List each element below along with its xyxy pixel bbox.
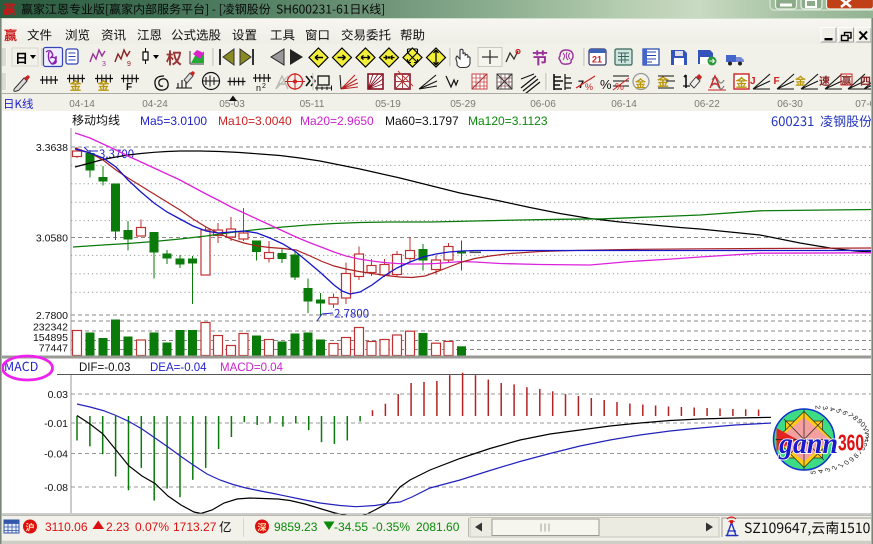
svg-text:%: % [600, 77, 612, 92]
svg-text:Ma120=3.1123: Ma120=3.1123 [468, 114, 548, 128]
svg-text:Ma20=2.9650: Ma20=2.9650 [300, 114, 374, 128]
svg-text:5: 5 [810, 470, 817, 475]
svg-text:3110.06: 3110.06 [45, 520, 88, 534]
svg-text:9: 9 [127, 61, 131, 68]
svg-text:05-19: 05-19 [375, 99, 401, 110]
svg-text:%: % [585, 82, 593, 92]
svg-text:06-06: 06-06 [530, 99, 556, 110]
svg-text:DEA=-0.04: DEA=-0.04 [150, 362, 207, 374]
svg-text:Ma10=3.0040: Ma10=3.0040 [218, 114, 292, 128]
svg-text:06-14: 06-14 [611, 99, 637, 110]
svg-text:05-11: 05-11 [300, 99, 325, 110]
svg-text:04-14: 04-14 [69, 99, 95, 110]
svg-text:04-24: 04-24 [142, 99, 168, 110]
svg-text:360: 360 [838, 430, 864, 456]
svg-text:05-29: 05-29 [450, 99, 476, 110]
svg-text:J: J [750, 76, 756, 87]
svg-text:Ma5=3.0100: Ma5=3.0100 [140, 114, 207, 128]
svg-text:3.0580: 3.0580 [36, 233, 68, 245]
svg-text:3.3638: 3.3638 [36, 142, 68, 154]
svg-text:-0.08: -0.08 [44, 482, 68, 494]
svg-text:gann: gann [778, 427, 838, 460]
svg-text:3: 3 [102, 61, 106, 68]
svg-text:06-30: 06-30 [777, 99, 803, 110]
svg-text:06-22: 06-22 [694, 99, 720, 110]
svg-text:2: 2 [813, 405, 820, 410]
svg-text:-0.35%: -0.35% [372, 520, 410, 534]
svg-text:-0.04: -0.04 [44, 449, 68, 461]
svg-text:-0.01: -0.01 [44, 418, 68, 430]
svg-text:1713.27: 1713.27 [173, 520, 217, 534]
svg-text:-34.55: -34.55 [334, 520, 368, 534]
svg-text:0.07%: 0.07% [135, 520, 169, 534]
svg-text:2081.60: 2081.60 [416, 520, 460, 534]
svg-text:0.03: 0.03 [48, 389, 69, 401]
svg-text:n: n [256, 83, 261, 93]
svg-text:2: 2 [262, 83, 266, 90]
svg-text:21: 21 [592, 55, 602, 65]
svg-text:2.7800: 2.7800 [36, 310, 68, 322]
svg-text:MACD=0.04: MACD=0.04 [220, 362, 284, 374]
svg-text:77447: 77447 [39, 343, 68, 355]
svg-text:9859.23: 9859.23 [274, 520, 318, 534]
svg-text:F: F [126, 82, 132, 93]
svg-text:2.23: 2.23 [106, 520, 130, 534]
svg-text:DIF=-0.03: DIF=-0.03 [79, 362, 130, 374]
svg-text:F: F [774, 76, 780, 87]
svg-text:Ma60=3.1797: Ma60=3.1797 [385, 114, 459, 128]
